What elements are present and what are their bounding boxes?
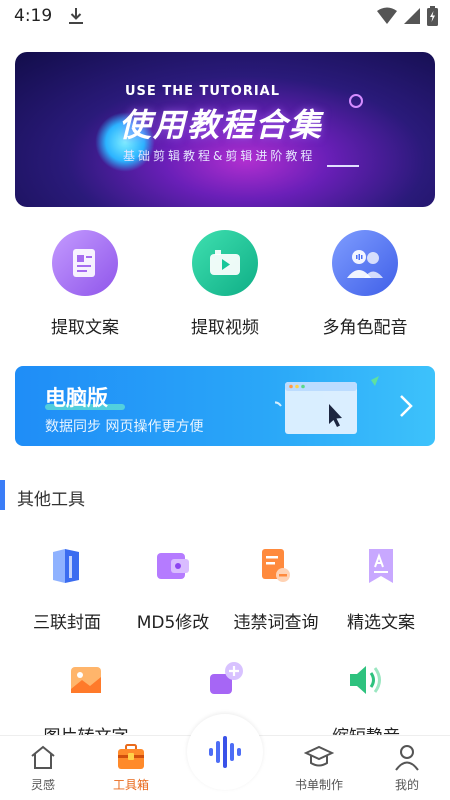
banner-description: 基础剪辑教程&剪辑进阶教程 (123, 149, 316, 163)
battery-icon (427, 6, 438, 26)
pc-version-banner[interactable]: 电脑版 数据同步 网页操作更方便 (15, 366, 435, 446)
speaker-icon (342, 656, 390, 704)
bookmark-icon (357, 542, 405, 590)
chevron-right-icon (400, 395, 413, 417)
graduation-icon (304, 742, 334, 772)
tool-label: MD5修改 (136, 613, 210, 633)
tool-md5-modify[interactable]: MD5修改 (117, 542, 229, 642)
feature-label: 提取文案 (51, 318, 119, 338)
tool-label: 违禁词查询 (233, 613, 319, 633)
tutorial-banner[interactable]: USE THE TUTORIAL 使用教程合集 基础剪辑教程&剪辑进阶教程 (15, 52, 435, 207)
feature-label: 多角色配音 (322, 318, 408, 338)
tool-label: 精选文案 (347, 613, 415, 633)
status-icons (377, 6, 438, 26)
document-icon (52, 230, 118, 296)
sound-wave-icon (209, 736, 241, 768)
home-icon (28, 742, 58, 772)
nav-item-toolbox[interactable]: 工具箱 (91, 736, 171, 800)
section-accent-bar (0, 480, 5, 510)
section-title: 其他工具 (17, 490, 85, 510)
status-time: 4:19 (14, 6, 53, 26)
tool-selected-copy[interactable]: 精选文案 (325, 542, 437, 642)
pc-banner-description: 数据同步 网页操作更方便 (45, 419, 204, 435)
banner-subtitle: USE THE TUTORIAL (125, 84, 281, 99)
feature-extract-video[interactable]: 提取视频 (160, 230, 290, 340)
nav-label: 我的 (394, 778, 419, 792)
video-icon (192, 230, 258, 296)
nav-label: 灵感 (30, 778, 55, 792)
feature-extract-copy[interactable]: 提取文案 (20, 230, 150, 340)
banner-underline (327, 165, 359, 167)
nav-label: 工具箱 (112, 778, 149, 792)
music-add-icon (202, 656, 250, 704)
wallet-icon (149, 542, 197, 590)
feature-row: 提取文案 提取视频 多角色配音 (0, 230, 450, 340)
banner-title: 使用教程合集 (119, 106, 324, 144)
feature-label: 提取视频 (191, 318, 259, 338)
voice-record-button[interactable] (187, 714, 263, 790)
section-header: 其他工具 (0, 480, 450, 510)
tool-label: 三联封面 (33, 613, 101, 633)
book-icon (43, 542, 91, 590)
tool-banned-word-check[interactable]: 违禁词查询 (220, 542, 332, 642)
image-icon (62, 656, 110, 704)
nav-item-mine[interactable]: 我的 (367, 736, 447, 800)
user-icon (392, 742, 422, 772)
pc-banner-title: 电脑版 (45, 386, 108, 410)
toolbox-icon (116, 742, 146, 772)
ring-decoration (349, 94, 363, 108)
signal-icon (404, 8, 420, 24)
nav-item-inspiration[interactable]: 灵感 (3, 736, 83, 800)
nav-item-booklist[interactable]: 书单制作 (279, 736, 359, 800)
nav-label: 书单制作 (294, 778, 343, 792)
people-voice-icon (332, 230, 398, 296)
wifi-icon (377, 7, 397, 24)
browser-window-icon (275, 376, 379, 434)
feature-multi-voice[interactable]: 多角色配音 (300, 230, 430, 340)
tool-triple-cover[interactable]: 三联封面 (11, 542, 123, 642)
search-doc-icon (252, 542, 300, 590)
download-icon (69, 8, 84, 24)
status-bar: 4:19 (0, 0, 450, 32)
